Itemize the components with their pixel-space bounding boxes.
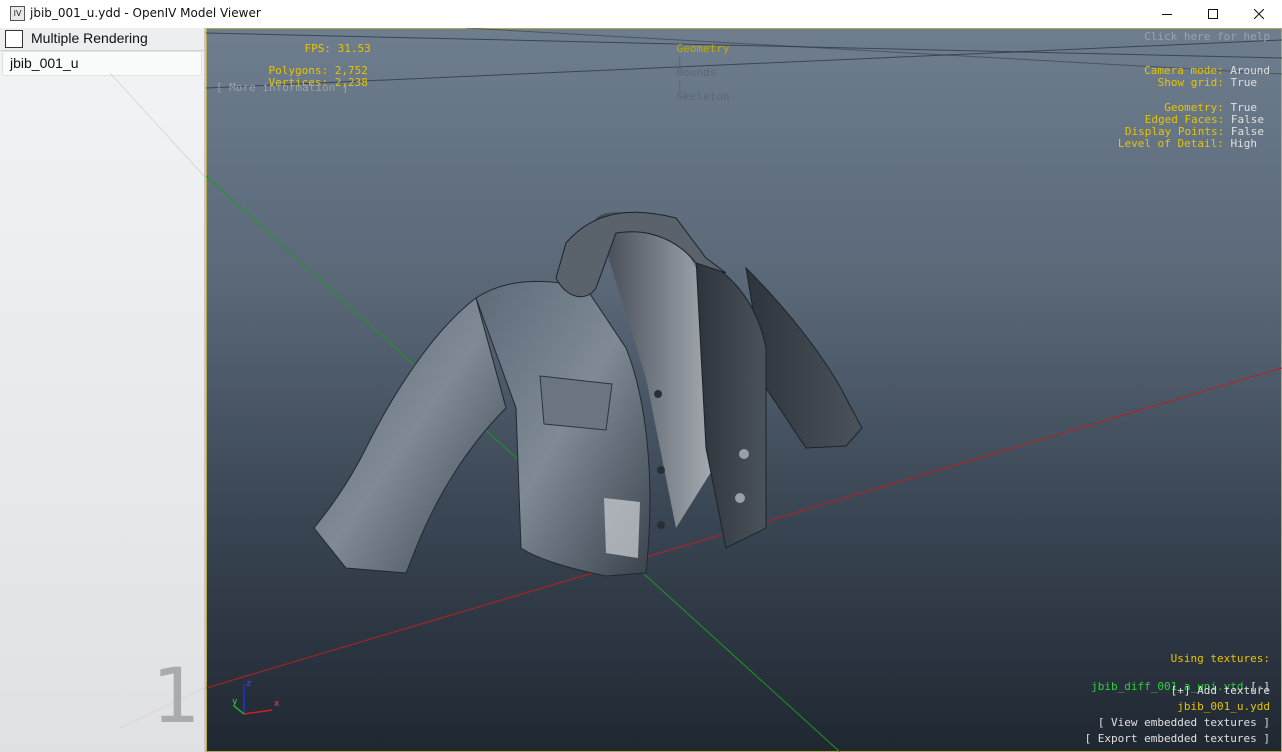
y-axis-line [233,705,245,715]
viewport-number: 1 [152,651,201,740]
y-axis-label: y [232,697,238,707]
show-grid-label: Show grid: [1157,76,1224,89]
maximize-button[interactable] [1190,0,1236,28]
tab-skeleton[interactable]: Skeleton [677,90,730,103]
close-icon [1254,9,1264,19]
x-axis-label: x [274,699,280,709]
maximize-icon [1208,9,1218,19]
x-axis-line [243,709,273,715]
add-texture-button[interactable]: [+] Add texture [1171,685,1270,697]
model-sidebar: Multiple Rendering jbib_001_u 1 [0,28,206,752]
level-of-detail-label: Level of Detail: [1117,137,1224,150]
show-grid-value[interactable]: True [1231,76,1258,89]
close-button[interactable] [1236,0,1282,28]
using-textures-heading: Using textures: [1170,652,1270,665]
model-file-label: jbib_001_u.ydd [1177,700,1270,713]
z-axis-label: z [246,679,251,689]
export-embedded-textures-button[interactable]: [ Export embedded textures ] [1085,733,1270,745]
openiv-app-icon: IV [10,6,25,21]
3d-viewport[interactable]: FPS: 31.53 Polygons: 2,752 Vertices: 2,2… [206,28,1282,752]
minimize-button[interactable] [1144,0,1190,28]
title-bar: IV jbib_001_u.ydd - OpenIV Model Viewer [0,0,1282,29]
tab-geometry[interactable]: Geometry [677,42,730,55]
level-of-detail-row[interactable]: Level of Detail: High [1091,126,1257,162]
sidebar-grid-lines [109,72,204,729]
more-information-link[interactable]: [ More information ] [216,82,348,94]
axes-gizmo: z x y [232,679,280,715]
minimize-icon [1162,14,1172,15]
level-of-detail-value[interactable]: High [1231,137,1258,150]
view-embedded-textures-button[interactable]: [ View embedded textures ] [1098,717,1270,729]
view-tabs: Geometry | Bounds | Skeleton [650,31,730,115]
window-title: jbib_001_u.ydd - OpenIV Model Viewer [30,6,261,20]
help-link[interactable]: Click here for help [1144,31,1270,43]
